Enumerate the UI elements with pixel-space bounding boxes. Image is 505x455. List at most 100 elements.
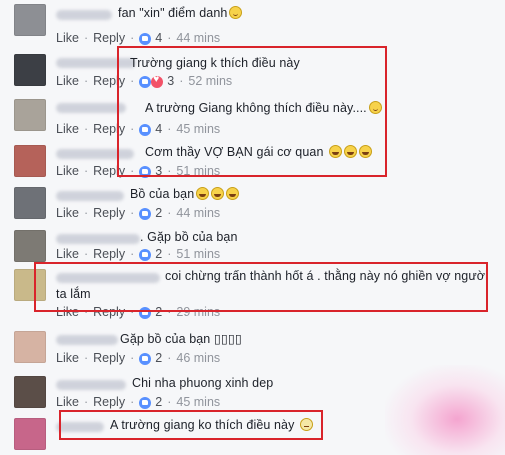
smile-emoji-icon (229, 6, 243, 19)
separator: · (130, 122, 135, 136)
heart-reaction-icon[interactable] (151, 74, 164, 88)
separator: · (83, 122, 89, 136)
reaction-count[interactable]: 2 (155, 206, 162, 220)
separator: · (130, 247, 135, 261)
commenter-name[interactable] (56, 149, 134, 159)
like-link[interactable]: Like (56, 164, 79, 178)
comment-text: A trường giang ko thích điều này (110, 418, 314, 432)
timestamp[interactable]: 44 mins (176, 206, 220, 220)
like-reaction-icon[interactable] (139, 166, 152, 178)
commenter-name[interactable] (56, 422, 104, 432)
avatar[interactable] (14, 376, 46, 408)
like-reaction-icon[interactable] (139, 249, 152, 261)
comment-text: . Gặp bồ của bạn (140, 230, 238, 244)
timestamp[interactable]: 51 mins (176, 247, 220, 261)
avatar[interactable] (14, 418, 46, 450)
separator: · (83, 31, 89, 45)
separator: · (83, 247, 89, 261)
like-link[interactable]: Like (56, 74, 79, 88)
reaction-count[interactable]: 2 (155, 351, 162, 365)
avatar[interactable] (14, 99, 46, 131)
like-reaction-icon[interactable] (139, 397, 152, 409)
separator: · (167, 351, 172, 365)
timestamp[interactable]: 44 mins (176, 31, 220, 45)
laughing-emoji-icon (211, 187, 225, 200)
reply-link[interactable]: Reply (93, 206, 125, 220)
separator: · (167, 395, 172, 409)
comment-actions: Like · Reply · 2 · 44 mins (56, 206, 220, 220)
reply-link[interactable]: Reply (93, 164, 125, 178)
neutral-emoji-icon (300, 418, 314, 431)
reaction-count[interactable]: 3 (167, 74, 174, 88)
timestamp[interactable]: 52 mins (188, 74, 232, 88)
laughing-emoji-icon (344, 145, 358, 158)
like-link[interactable]: Like (56, 122, 79, 136)
separator: · (83, 164, 89, 178)
comment-actions: Like · Reply · 3 · 52 mins (56, 74, 232, 88)
reaction-count[interactable]: 4 (155, 122, 162, 136)
reply-link[interactable]: Reply (93, 351, 125, 365)
like-reaction-icon[interactable] (139, 353, 152, 365)
like-reaction-icon[interactable] (139, 307, 152, 319)
commenter-name[interactable] (56, 191, 124, 201)
reaction-count[interactable]: 2 (155, 305, 162, 319)
reply-link[interactable]: Reply (93, 31, 125, 45)
avatar[interactable] (14, 230, 46, 262)
comment-actions: Like · Reply · 3 · 51 mins (56, 164, 220, 178)
timestamp[interactable]: 29 mins (176, 305, 220, 319)
commenter-name[interactable] (56, 58, 136, 68)
reaction-count[interactable]: 2 (155, 247, 162, 261)
separator: · (167, 31, 172, 45)
like-link[interactable]: Like (56, 395, 79, 409)
separator: · (130, 74, 135, 88)
timestamp[interactable]: 51 mins (176, 164, 220, 178)
like-link[interactable]: Like (56, 247, 79, 261)
watermark (385, 365, 505, 455)
separator: · (167, 122, 172, 136)
commenter-name[interactable] (56, 103, 126, 113)
laughing-emoji-icon (329, 145, 343, 158)
comment-text-continued: ta lắm (56, 287, 91, 301)
avatar[interactable] (14, 187, 46, 219)
reaction-count[interactable]: 2 (155, 395, 162, 409)
commenter-name[interactable] (56, 10, 112, 20)
avatar[interactable] (14, 4, 46, 36)
like-reaction-icon[interactable] (139, 33, 152, 45)
separator: · (83, 305, 89, 319)
like-link[interactable]: Like (56, 31, 79, 45)
reply-link[interactable]: Reply (93, 247, 125, 261)
reply-link[interactable]: Reply (93, 74, 125, 88)
reply-link[interactable]: Reply (93, 122, 125, 136)
like-link[interactable]: Like (56, 351, 79, 365)
avatar[interactable] (14, 269, 46, 301)
timestamp[interactable]: 45 mins (176, 122, 220, 136)
separator: · (167, 206, 172, 220)
commenter-name[interactable] (56, 234, 140, 244)
timestamp[interactable]: 46 mins (176, 351, 220, 365)
like-reaction-icon[interactable] (139, 208, 152, 220)
separator: · (130, 206, 135, 220)
commenter-name[interactable] (56, 380, 126, 390)
like-link[interactable]: Like (56, 305, 79, 319)
comment-actions: Like · Reply · 2 · 45 mins (56, 395, 220, 409)
separator: · (130, 305, 135, 319)
separator: · (83, 351, 89, 365)
comment-actions: Like · Reply · 4 · 44 mins (56, 31, 220, 45)
reaction-count[interactable]: 3 (155, 164, 162, 178)
reply-link[interactable]: Reply (93, 395, 125, 409)
avatar[interactable] (14, 54, 46, 86)
reaction-count[interactable]: 4 (155, 31, 162, 45)
separator: · (130, 395, 135, 409)
timestamp[interactable]: 45 mins (176, 395, 220, 409)
like-reaction-icon[interactable] (139, 76, 152, 88)
comment-text: A trường Giang không thích điều này.... (145, 101, 382, 115)
avatar[interactable] (14, 145, 46, 177)
reply-link[interactable]: Reply (93, 305, 125, 319)
like-reaction-icon[interactable] (139, 124, 152, 136)
comment-text: Chi nha phuong xinh dep (132, 376, 274, 390)
like-link[interactable]: Like (56, 206, 79, 220)
commenter-name[interactable] (56, 273, 160, 283)
laughing-emoji-icon (196, 187, 210, 200)
avatar[interactable] (14, 331, 46, 363)
commenter-name[interactable] (56, 335, 118, 345)
